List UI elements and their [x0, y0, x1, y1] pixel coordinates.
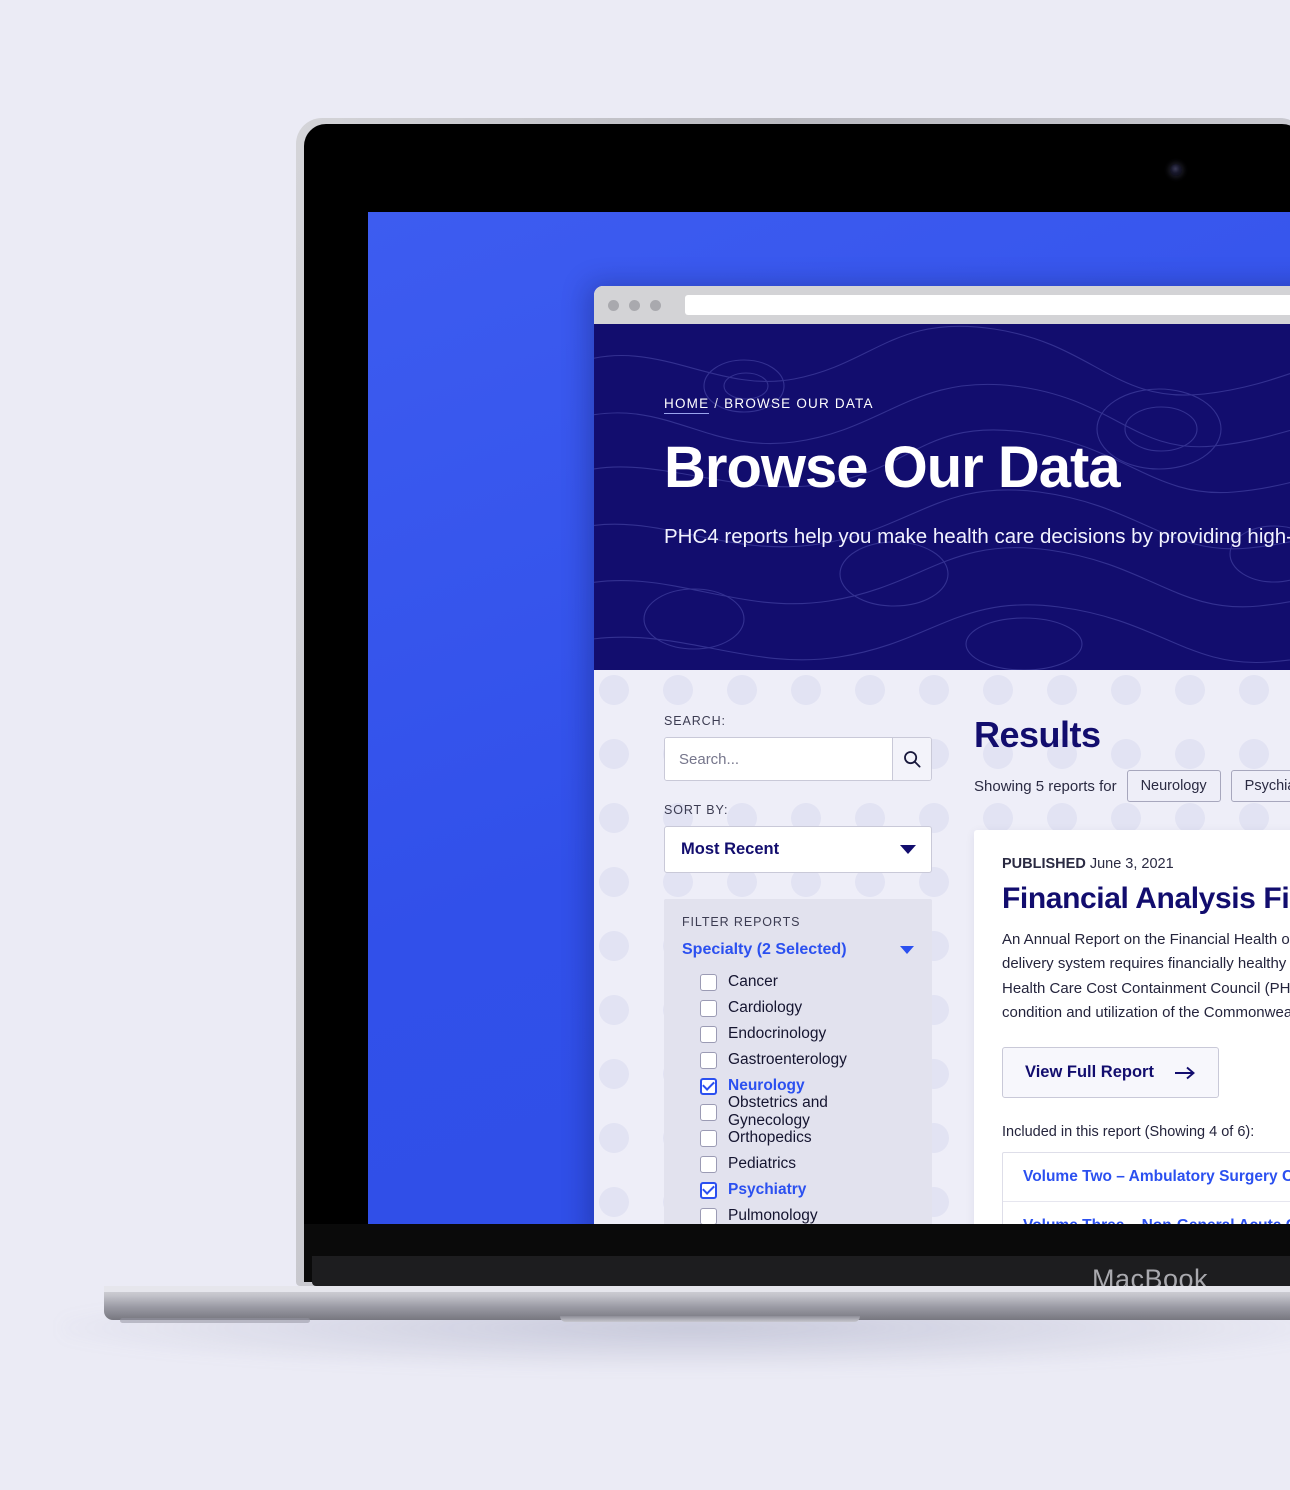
page-hero: HOME / BROWSE OUR DATA Browse Our Data P… [594, 324, 1290, 670]
checkbox-row-pediatrics[interactable]: Pediatrics [700, 1151, 914, 1177]
checkbox-row-pulmonology[interactable]: Pulmonology [700, 1203, 914, 1224]
browser-chrome-bar [594, 286, 1290, 324]
laptop-base-notch [560, 1316, 860, 1322]
checkbox-label: Orthopedics [728, 1129, 812, 1146]
checkbox-row-endocrinology[interactable]: Endocrinology [700, 1021, 914, 1047]
page-title: Browse Our Data [664, 435, 1121, 500]
checkbox-row-cardiology[interactable]: Cardiology [700, 995, 914, 1021]
webcam-icon [1170, 164, 1182, 176]
filter-group-label-specialty: Specialty (2 Selected) [682, 941, 847, 958]
volume-list: Volume Two – Ambulatory Surgery Centers … [1002, 1152, 1290, 1224]
breadcrumb: HOME / BROWSE OUR DATA [664, 396, 1290, 414]
results-summary: Showing 5 reports for Neurology Psychiat… [974, 770, 1290, 802]
checkbox-icon [700, 1207, 717, 1224]
specialty-option-list: Cancer Cardiology Endocrinology Gastroen… [664, 969, 932, 1224]
view-full-report-button[interactable]: View Full Report [1002, 1047, 1219, 1099]
breadcrumb-separator: / [709, 396, 725, 411]
results-summary-text: Showing 5 reports for [974, 777, 1117, 795]
checkbox-row-gastroenterology[interactable]: Gastroenterology [700, 1047, 914, 1073]
checkbox-label: Gastroenterology [728, 1051, 847, 1068]
report-card: PUBLISHED June 3, 2021 Financial Analysi… [974, 830, 1290, 1224]
address-bar[interactable] [685, 295, 1290, 315]
laptop-base-top-edge [104, 1286, 1290, 1292]
published-date: June 3, 2021 [1089, 856, 1174, 872]
checkbox-icon [700, 1129, 717, 1147]
checkbox-label: Psychiatry [728, 1181, 807, 1198]
filter-chip-neurology[interactable]: Neurology [1126, 770, 1221, 802]
chevron-down-icon [900, 946, 914, 954]
filter-reports-heading: FILTER REPORTS [682, 915, 801, 929]
checkbox-icon-checked [700, 1077, 717, 1095]
checkbox-row-obstetrics-and-gynecology[interactable]: Obstetrics and Gynecology [700, 1094, 914, 1129]
checkbox-label: Pediatrics [728, 1155, 797, 1172]
chevron-down-icon [900, 845, 916, 854]
breadcrumb-home-link[interactable]: HOME [664, 396, 710, 414]
checkbox-row-psychiatry[interactable]: Psychiatry [700, 1177, 914, 1203]
filter-chip-psychiatry[interactable]: Psychiatry [1230, 770, 1290, 802]
minimize-icon[interactable] [629, 299, 640, 311]
published-prefix: PUBLISHED [1002, 856, 1086, 872]
checkbox-label: Cancer [728, 973, 778, 990]
checkbox-icon [700, 1025, 717, 1043]
report-description: An Annual Report on the Financial Health… [1002, 931, 1290, 1021]
sort-by-selected-value: Most Recent [681, 840, 780, 858]
included-reports-label: Included in this report (Showing 4 of 6)… [1002, 1124, 1255, 1141]
sort-by-field-group: Most Recent [664, 826, 932, 873]
checkbox-label: Neurology [728, 1077, 805, 1094]
checkbox-icon [700, 1103, 717, 1121]
checkbox-row-cancer[interactable]: Cancer [700, 969, 914, 995]
search-icon [904, 751, 921, 768]
checkbox-label: Endocrinology [728, 1025, 827, 1042]
filter-group-header-specialty[interactable]: Specialty (2 Selected) [664, 941, 932, 959]
macbook-device: HOME / BROWSE OUR DATA Browse Our Data P… [0, 0, 1290, 1490]
view-full-report-label: View Full Report [1025, 1063, 1154, 1082]
checkbox-icon-checked [700, 1181, 717, 1199]
sort-by-label: SORT BY: [664, 803, 729, 817]
checkbox-label: Obstetrics and Gynecology [728, 1094, 828, 1129]
report-title: Financial Analysis Fiscal Y [1002, 882, 1290, 915]
checkbox-icon [700, 973, 717, 991]
search-field-group [664, 737, 932, 781]
search-label: SEARCH: [664, 714, 726, 728]
checkbox-icon [700, 999, 717, 1017]
filter-reports-panel: FILTER REPORTS Specialty (2 Selected) Ca… [664, 899, 932, 1224]
browser-window: HOME / BROWSE OUR DATA Browse Our Data P… [594, 286, 1290, 1224]
checkbox-icon [700, 1155, 717, 1173]
checkbox-label: Pulmonology [728, 1207, 818, 1224]
checkbox-icon [700, 1051, 717, 1069]
maximize-icon[interactable] [650, 299, 661, 311]
volume-link-two[interactable]: Volume Two – Ambulatory Surgery Centers [1003, 1153, 1290, 1203]
volume-link-three[interactable]: Volume Three – Non-General Acute Care Ho… [1003, 1202, 1290, 1224]
page-subtitle: PHC4 reports help you make health care d… [664, 525, 1290, 549]
results-title: Results [974, 714, 1101, 755]
laptop-screen: HOME / BROWSE OUR DATA Browse Our Data P… [368, 212, 1290, 1224]
page-body: SEARCH: SORT BY: Most Rece [594, 670, 1290, 1224]
checkbox-label: Cardiology [728, 999, 803, 1016]
window-controls [608, 299, 661, 311]
search-input[interactable] [665, 738, 892, 780]
close-icon[interactable] [608, 299, 619, 311]
sort-by-select[interactable]: Most Recent [664, 826, 932, 873]
arrow-right-icon [1174, 1066, 1195, 1079]
breadcrumb-current: BROWSE OUR DATA [724, 396, 874, 411]
laptop-base-foot [120, 1318, 310, 1323]
filters-sidebar: SEARCH: SORT BY: Most Rece [664, 714, 932, 1224]
results-column: Results Showing 5 reports for Neurology … [974, 714, 1290, 1224]
report-published-line: PUBLISHED June 3, 2021 [1002, 856, 1290, 872]
search-submit-button[interactable] [892, 738, 931, 780]
